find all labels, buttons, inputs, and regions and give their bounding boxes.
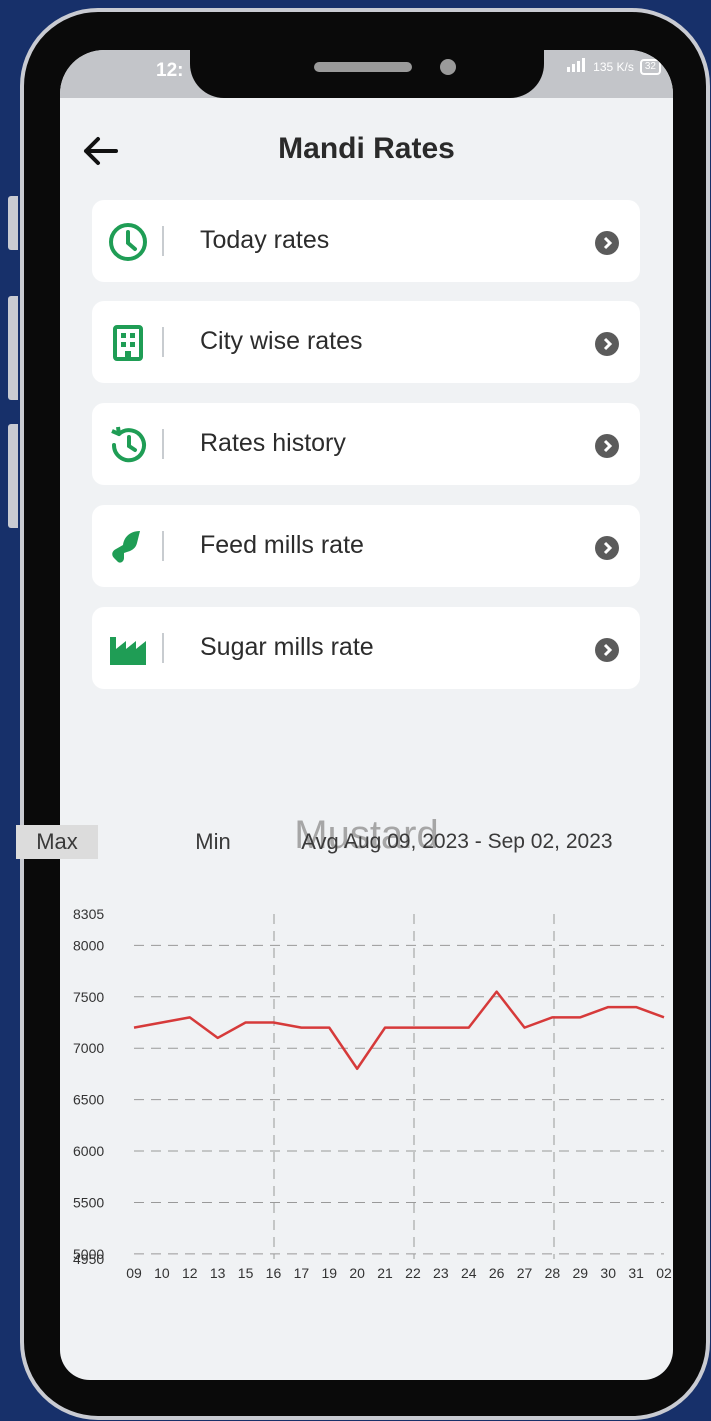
y-tick-label: 6500	[73, 1092, 104, 1108]
menu-item-rates-history[interactable]: Rates history	[92, 403, 640, 485]
menu-item-today-rates[interactable]: Today rates	[92, 200, 640, 282]
notch	[190, 30, 544, 98]
x-tick-label: 17	[294, 1265, 310, 1281]
chevron-right-icon	[594, 535, 620, 561]
divider	[162, 226, 164, 256]
x-tick-label: 19	[321, 1265, 337, 1281]
x-tick-label: 20	[349, 1265, 365, 1281]
divider	[162, 429, 164, 459]
date-range[interactable]: Aug 09, 2023 - Sep 02, 2023	[344, 825, 613, 859]
tab-max[interactable]: Max	[16, 825, 98, 859]
chevron-right-icon	[594, 230, 620, 256]
y-tick-label: 7500	[73, 989, 104, 1005]
x-tick-label: 31	[628, 1265, 644, 1281]
x-tick-label: 24	[461, 1265, 477, 1281]
y-tick-label: 4950	[73, 1251, 104, 1267]
battery-icon: 32	[639, 58, 661, 75]
tab-avg[interactable]: Avg	[288, 825, 352, 859]
x-tick-label: 23	[433, 1265, 449, 1281]
app-header: Mandi Rates	[60, 126, 673, 176]
menu-item-sugar-mills-rate[interactable]: Sugar mills rate	[92, 607, 640, 689]
divider	[162, 633, 164, 663]
camera-icon	[440, 59, 456, 75]
y-tick-label: 7000	[73, 1040, 104, 1056]
x-tick-label: 22	[405, 1265, 421, 1281]
divider	[162, 327, 164, 357]
chevron-right-icon	[594, 433, 620, 459]
status-icons: 135 K/s 32	[567, 58, 661, 75]
menu-item-city-wise-rates[interactable]: City wise rates	[92, 301, 640, 383]
x-tick-label: 13	[210, 1265, 226, 1281]
x-tick-label: 16	[266, 1265, 282, 1281]
divider	[162, 531, 164, 561]
factory-icon	[106, 627, 150, 671]
signal-icon	[567, 58, 587, 75]
x-tick-label: 28	[545, 1265, 561, 1281]
building-icon	[106, 321, 150, 365]
menu-label: Feed mills rate	[200, 531, 364, 559]
x-tick-label: 29	[573, 1265, 589, 1281]
chevron-right-icon	[594, 637, 620, 663]
side-button	[8, 296, 18, 400]
x-tick-label: 12	[182, 1265, 198, 1281]
menu-label: City wise rates	[200, 327, 363, 355]
history-icon	[106, 423, 150, 467]
speaker-grille	[314, 62, 412, 72]
feed-mill-icon	[106, 525, 150, 569]
x-tick-label: 15	[238, 1265, 254, 1281]
plot-area	[134, 914, 664, 1259]
side-button	[8, 196, 18, 250]
x-tick-label: 30	[600, 1265, 616, 1281]
menu-label: Today rates	[200, 226, 330, 254]
y-tick-label: 5500	[73, 1194, 104, 1210]
network-speed: 135 K/s	[593, 59, 634, 74]
x-tick-label: 26	[489, 1265, 505, 1281]
status-time: 12:	[156, 60, 184, 81]
x-tick-label: 02	[656, 1265, 672, 1281]
y-tick-label: 8000	[73, 937, 104, 953]
menu-label: Rates history	[200, 429, 346, 457]
clock-icon	[106, 220, 150, 264]
x-tick-label: 10	[154, 1265, 170, 1281]
y-tick-label: 8305	[73, 906, 104, 922]
chevron-right-icon	[594, 331, 620, 357]
tab-min[interactable]: Min	[178, 825, 248, 859]
page-title: Mandi Rates	[278, 132, 455, 165]
menu-label: Sugar mills rate	[200, 633, 374, 661]
side-button	[8, 424, 18, 528]
menu-item-feed-mills-rate[interactable]: Feed mills rate	[92, 505, 640, 587]
x-tick-label: 21	[377, 1265, 393, 1281]
chart-tabs: Max Min Avg Aug 09, 2023 - Sep 02, 2023	[16, 825, 613, 861]
line-chart: 83058000750070006500600055005000495009 10…	[73, 906, 672, 1281]
x-tick-label: 27	[517, 1265, 533, 1281]
y-tick-label: 6000	[73, 1143, 104, 1159]
x-tick-label: 09	[126, 1265, 142, 1281]
